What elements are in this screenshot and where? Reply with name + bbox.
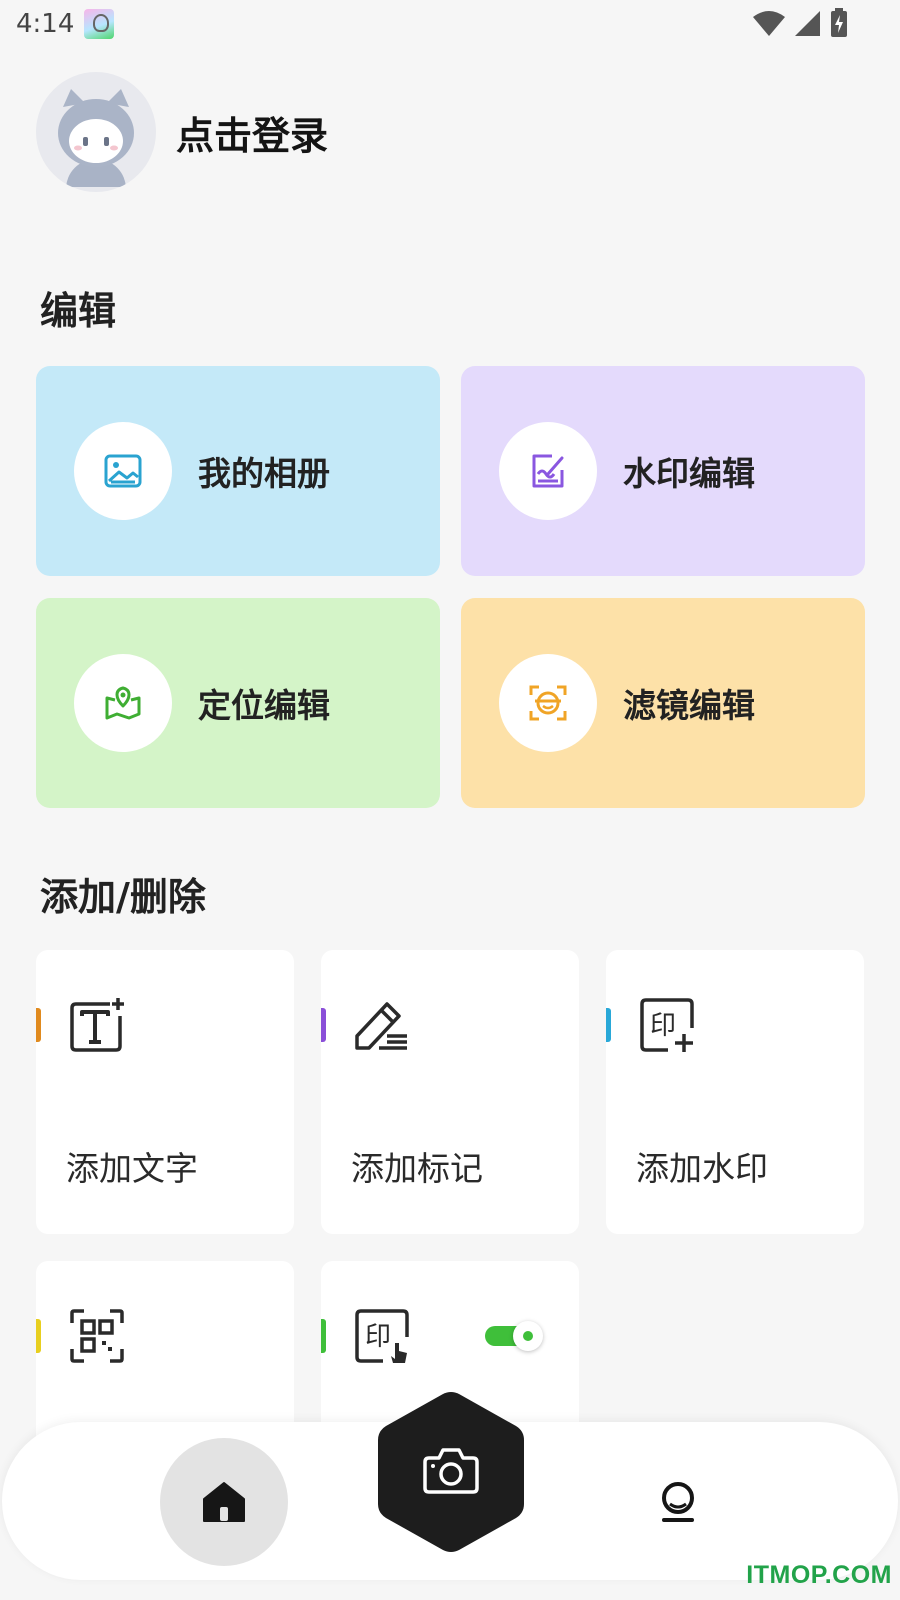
watermark-edit-card[interactable]: 水印编辑 (461, 366, 865, 576)
add-watermark-icon: 印 (640, 998, 694, 1052)
accent-bar (36, 1008, 41, 1042)
photo-album-icon (104, 454, 142, 488)
add-watermark-card[interactable]: 印 添加水印 (606, 950, 864, 1234)
section-title-edit: 编辑 (40, 289, 117, 333)
card-label: 添加标记 (351, 1149, 483, 1188)
edit-watermark-icon (532, 454, 564, 488)
icon-circle (499, 654, 597, 752)
battery-charging-icon (831, 8, 847, 37)
section-title-add-delete: 添加/删除 (40, 875, 206, 919)
face-filter-icon (529, 685, 567, 721)
filter-edit-card[interactable]: 滤镜编辑 (461, 598, 865, 808)
card-label: 添加水印 (636, 1149, 768, 1188)
nav-profile-button[interactable] (642, 1466, 714, 1538)
camera-icon (423, 1448, 479, 1494)
card-label: 我的相册 (198, 454, 330, 493)
login-button[interactable]: 点击登录 (176, 105, 328, 160)
wifi-icon (753, 11, 785, 36)
add-text-card[interactable]: 添加文字 (36, 950, 294, 1234)
profile-icon (662, 1482, 694, 1522)
cellular-signal-icon (795, 11, 820, 36)
icon-circle (74, 654, 172, 752)
icon-circle (74, 422, 172, 520)
icon-circle (499, 422, 597, 520)
status-time: 4:14 (16, 9, 75, 39)
card-label: 滤镜编辑 (623, 686, 755, 725)
profile-header[interactable]: 点击登录 (36, 72, 328, 192)
toggle-knob (513, 1321, 543, 1351)
qr-scan-icon (70, 1309, 124, 1363)
accent-bar (36, 1319, 41, 1353)
card-label: 定位编辑 (198, 686, 330, 725)
camera-button[interactable] (374, 1388, 528, 1556)
location-map-icon (105, 686, 141, 720)
add-marker-card[interactable]: 添加标记 (321, 950, 579, 1234)
svg-text:印: 印 (365, 1322, 391, 1352)
app-notification-icon (84, 9, 115, 39)
watermark-toggle-switch[interactable] (485, 1321, 543, 1351)
status-icons (752, 8, 848, 38)
home-icon (203, 1482, 245, 1522)
add-text-icon (70, 998, 124, 1052)
cat-avatar-icon (58, 89, 134, 187)
svg-text:印: 印 (650, 1011, 676, 1041)
site-watermark: ITMOP.COM (746, 1561, 892, 1589)
my-album-card[interactable]: 我的相册 (36, 366, 440, 576)
card-label: 水印编辑 (623, 454, 755, 493)
accent-bar (321, 1319, 326, 1353)
location-edit-card[interactable]: 定位编辑 (36, 598, 440, 808)
card-label: 添加文字 (66, 1149, 198, 1188)
watermark-touch-icon: 印 (355, 1309, 409, 1363)
avatar[interactable] (36, 72, 156, 192)
add-marker-icon (355, 1002, 407, 1050)
nav-home-button[interactable] (160, 1438, 288, 1566)
accent-bar (321, 1008, 326, 1042)
accent-bar (606, 1008, 611, 1042)
